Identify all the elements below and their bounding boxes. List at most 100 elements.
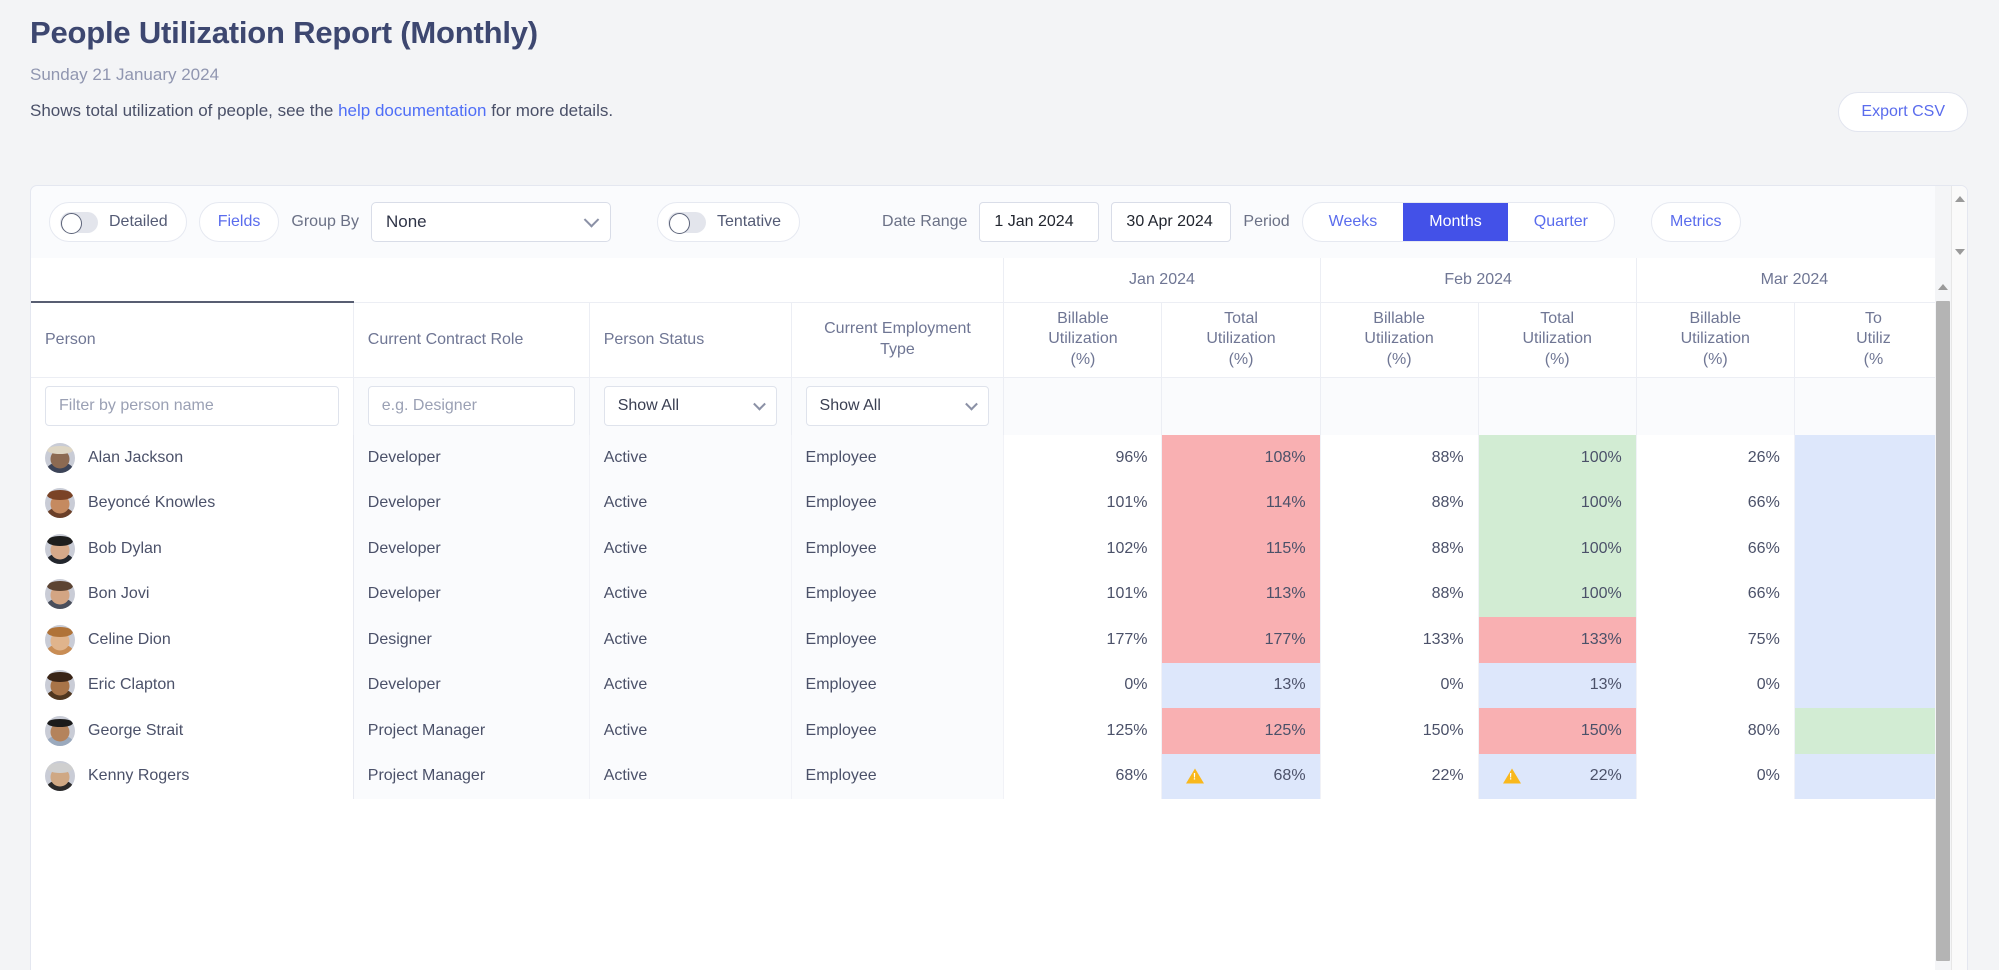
cell-feb-total: 22% (1478, 753, 1637, 799)
cell-feb-billable: 133% (1320, 617, 1479, 663)
export-csv-button[interactable]: Export CSV (1838, 92, 1968, 132)
scroll-up-arrow-icon[interactable] (1955, 196, 1965, 202)
cell-role: Project Manager (353, 753, 590, 799)
table-scroll-thumb[interactable] (1936, 301, 1950, 961)
person-name-filter-input[interactable]: Filter by person name (45, 386, 339, 427)
period-option-quarter[interactable]: Quarter (1508, 203, 1614, 241)
cell-status: Active (589, 435, 792, 481)
cell-person[interactable]: Bon Jovi (31, 571, 354, 617)
utilization-table: Jan 2024 Feb 2024 Mar 2024 Person Curren… (31, 258, 1951, 799)
cell-role: Developer (353, 571, 590, 617)
status-filter-select[interactable]: Show All (603, 386, 777, 427)
table-row[interactable]: Alan Jackson Developer Active Employee 96% 10… (31, 435, 1951, 481)
table-row[interactable]: Celine Dion Designer Active Employee 177% 177… (31, 617, 1951, 663)
table-row[interactable]: Eric Clapton Developer Active Employee 0% 13%… (31, 662, 1951, 708)
cell-mar-total (1794, 571, 1951, 617)
cell-role: Project Manager (353, 708, 590, 754)
column-header-feb-billable[interactable]: Billable Utilization (%) (1320, 301, 1479, 377)
avatar (45, 533, 75, 564)
column-header-status[interactable]: Person Status (589, 301, 792, 377)
cell-person[interactable]: Celine Dion (31, 617, 354, 663)
page-title: People Utilization Report (Monthly) (30, 15, 538, 50)
column-header-employment-type[interactable]: Current Employment Type (791, 301, 1005, 377)
cell-status: Active (589, 753, 792, 799)
metric-line-1: Billable (1057, 309, 1109, 327)
column-header-person[interactable]: Person (31, 301, 354, 377)
cell-role: Designer (353, 617, 590, 663)
metric-line-2: Utilization (1522, 330, 1592, 348)
cell-employment-type: Employee (791, 617, 1005, 663)
employment-filter-select[interactable]: Show All (805, 386, 990, 427)
cell-person[interactable]: Kenny Rogers (31, 753, 354, 799)
filter-cell-feb-billable (1320, 376, 1479, 435)
description-text-after: for more details. (486, 101, 614, 121)
avatar (45, 715, 75, 746)
column-header-jan-billable[interactable]: Billable Utilization (%) (1003, 301, 1163, 377)
warning-icon (1502, 768, 1521, 784)
table-row[interactable]: Beyoncé Knowles Developer Active Employee 10… (31, 480, 1951, 526)
report-page: People Utilization Report (Monthly) Sund… (0, 0, 1999, 970)
cell-jan-billable: 101% (1003, 571, 1163, 617)
cell-status: Active (589, 708, 792, 754)
cell-mar-billable: 80% (1636, 708, 1795, 754)
date-from-input[interactable]: 1 Jan 2024 (979, 202, 1100, 242)
cell-employment-type: Employee (791, 753, 1005, 799)
cell-feb-billable: 88% (1320, 480, 1479, 526)
cell-feb-billable: 88% (1320, 571, 1479, 617)
cell-person[interactable]: Bob Dylan (31, 526, 354, 572)
column-header-jan-total[interactable]: Total Utilization (%) (1161, 301, 1321, 377)
scroll-down-arrow-icon[interactable] (1955, 249, 1965, 255)
cell-jan-billable: 102% (1003, 526, 1163, 572)
employment-label: Current Employment Type (824, 320, 971, 358)
person-name: Celine Dion (88, 630, 171, 648)
avatar (45, 761, 75, 792)
cell-employment-type: Employee (791, 480, 1005, 526)
toggle-switch-icon[interactable] (667, 211, 706, 234)
cell-mar-billable: 75% (1636, 617, 1795, 663)
cell-mar-billable: 0% (1636, 753, 1795, 799)
avatar (45, 488, 75, 519)
fields-button[interactable]: Fields (198, 202, 280, 242)
cell-jan-total: 108% (1161, 435, 1321, 481)
avatar (45, 624, 75, 655)
table-row[interactable]: Kenny Rogers Project Manager Active Employe… (31, 753, 1951, 799)
person-name: Bon Jovi (88, 585, 150, 603)
role-filter-input[interactable]: e.g. Designer (367, 386, 575, 427)
page-vertical-scrollbar[interactable] (1951, 186, 1967, 970)
cell-jan-billable: 96% (1003, 435, 1163, 481)
cell-feb-total: 133% (1478, 617, 1637, 663)
tentative-toggle[interactable]: Tentative (656, 202, 801, 242)
cell-employment-type: Employee (791, 662, 1005, 708)
cell-feb-billable: 22% (1320, 753, 1479, 799)
table-vertical-scrollbar[interactable] (1935, 186, 1951, 970)
table-row[interactable]: George Strait Project Manager Active Employ… (31, 708, 1951, 754)
cell-status: Active (589, 480, 792, 526)
detailed-toggle[interactable]: Detailed (49, 202, 187, 242)
metric-line-3: (%) (1228, 350, 1254, 368)
group-by-select[interactable]: None (370, 202, 611, 242)
metric-line-2: Utilization (1364, 330, 1434, 348)
cell-person[interactable]: George Strait (31, 708, 354, 754)
column-header-role[interactable]: Current Contract Role (353, 301, 590, 377)
date-range-label: Date Range (882, 213, 968, 230)
cell-person[interactable]: Alan Jackson (31, 435, 354, 481)
table-row[interactable]: Bon Jovi Developer Active Employee 101% 113% 8… (31, 571, 1951, 617)
period-option-weeks[interactable]: Weeks (1303, 203, 1404, 241)
period-option-months[interactable]: Months (1403, 203, 1508, 241)
cell-person[interactable]: Beyoncé Knowles (31, 480, 354, 526)
cell-feb-billable: 88% (1320, 435, 1479, 481)
cell-feb-total: 100% (1478, 526, 1637, 572)
cell-jan-total: 68% (1161, 753, 1321, 799)
cell-person[interactable]: Eric Clapton (31, 662, 354, 708)
date-to-input[interactable]: 30 Apr 2024 (1111, 202, 1232, 242)
table-row[interactable]: Bob Dylan Developer Active Employee 102% 115%… (31, 526, 1951, 572)
chevron-down-icon (965, 398, 979, 411)
column-header-mar-billable[interactable]: Billable Utilization (%) (1636, 301, 1795, 377)
toggle-switch-icon[interactable] (60, 211, 98, 234)
column-header-feb-total[interactable]: Total Utilization (%) (1478, 301, 1637, 377)
metrics-button[interactable]: Metrics (1651, 202, 1741, 242)
cell-jan-billable: 0% (1003, 662, 1163, 708)
help-documentation-link[interactable]: help documentation (338, 101, 486, 120)
column-header-mar-total[interactable]: To Utiliz (% (1794, 301, 1951, 377)
scroll-up-arrow-icon[interactable] (1938, 284, 1948, 290)
